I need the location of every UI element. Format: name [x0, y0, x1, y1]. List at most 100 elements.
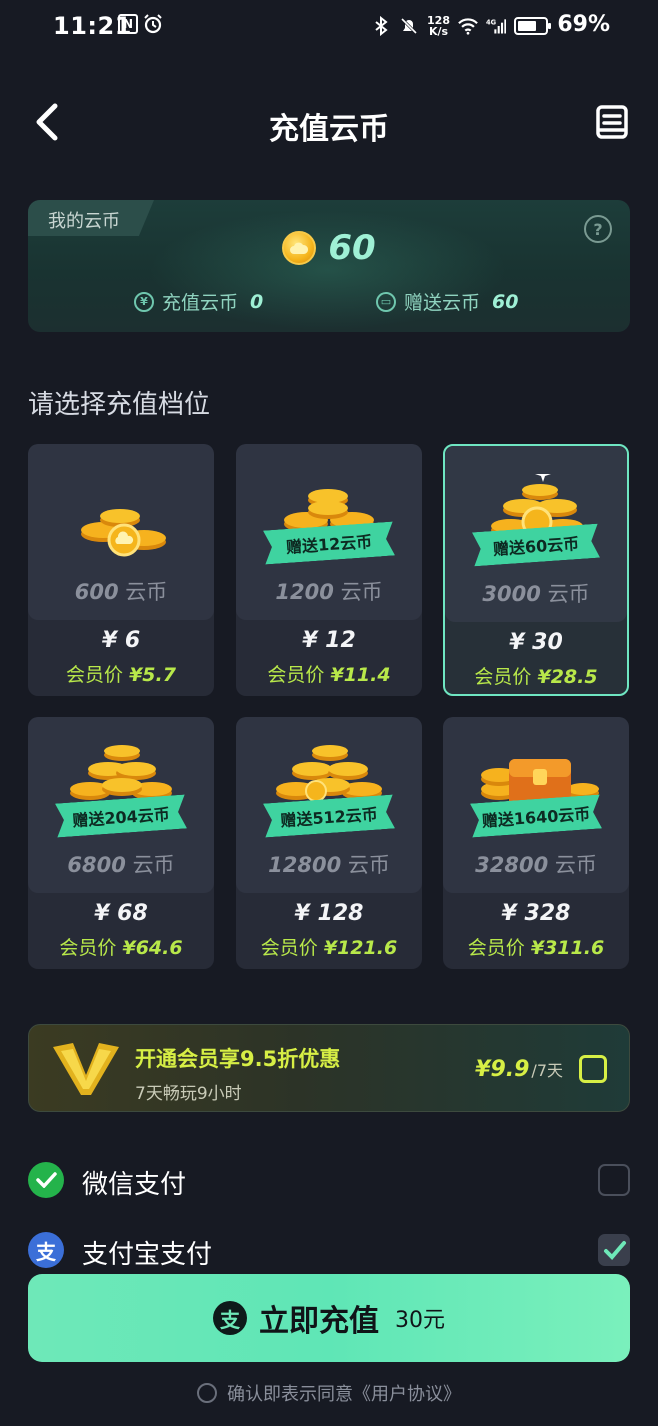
member-price-value: ¥64.6 — [122, 937, 183, 959]
package-amount-value: 1200 — [275, 580, 334, 604]
package-amount: 6800 云币 — [28, 849, 214, 879]
record-book-icon — [596, 105, 628, 139]
header: 充值云币 — [0, 92, 658, 154]
package-price: ¥ 68 — [94, 901, 148, 926]
gift-coin-row: ▭ 赠送云币 60 — [376, 288, 616, 315]
status-bar: 11:21 N 128 K/s 4G 69% — [0, 0, 658, 52]
package-amount-value: 12800 — [268, 853, 342, 877]
package-amount: 600 云币 — [28, 576, 214, 606]
coin-stack-icon — [81, 509, 166, 557]
payment-option-alipay[interactable]: 支 支付宝支付 — [28, 1230, 630, 1270]
vip-subtitle: 7天畅玩9小时 — [135, 1084, 242, 1104]
member-label: 会员价 — [267, 664, 325, 686]
package-price: ¥ 6 — [101, 628, 141, 653]
payment-checkbox[interactable] — [598, 1164, 630, 1196]
net-speed-unit: K/s — [428, 25, 449, 38]
vip-title: 开通会员享9.5折优惠 — [135, 1047, 341, 1071]
package-amount-unit: 云币 — [547, 582, 590, 606]
package-member-price: 会员价 ¥28.5 — [445, 662, 627, 689]
coin-icon — [282, 231, 317, 265]
member-label: 会员价 — [467, 937, 525, 959]
package-amount: 32800 云币 — [443, 849, 629, 879]
battery-text: 69% — [557, 12, 610, 37]
package-price: ¥ 30 — [509, 630, 563, 655]
nfc-icon: N — [118, 14, 138, 34]
agreement-checkbox[interactable] — [197, 1383, 217, 1403]
package-amount-value: 32800 — [475, 853, 549, 877]
gift-coin-value: 60 — [492, 290, 519, 313]
package-card[interactable]: 600 云币 ¥ 6 会员价 ¥5.7 — [28, 444, 214, 696]
status-left-icons: N — [118, 14, 163, 34]
balance-total-value: 60 — [328, 228, 376, 268]
alipay-icon: 支 — [28, 1232, 64, 1268]
battery-fill — [518, 21, 536, 31]
battery-icon — [514, 17, 551, 35]
recharge-coin-value: 0 — [250, 290, 264, 313]
balance-card: 我的云币 ? 60 ¥ 充值云币 0 ▭ 赠送云币 60 — [28, 200, 630, 332]
member-price-value: ¥28.5 — [537, 666, 598, 688]
member-price-value: ¥5.7 — [129, 664, 176, 686]
recharge-amount: 30元 — [395, 1308, 445, 1333]
package-member-price: 会员价 ¥5.7 — [28, 660, 214, 687]
member-label: 会员价 — [474, 666, 532, 688]
payment-label: 微信支付 — [82, 1170, 187, 1200]
package-card[interactable]: 赠送204云币 6800 云币 ¥ 68 会员价 ¥64.6 — [28, 717, 214, 969]
member-label: 会员价 — [66, 664, 124, 686]
payment-option-wechat[interactable]: 微信支付 — [28, 1160, 630, 1200]
network-type: 4G — [486, 18, 496, 26]
cloud-icon — [290, 242, 309, 254]
package-amount-unit: 云币 — [347, 853, 390, 877]
recharge-record-button[interactable] — [594, 104, 630, 140]
package-amount-unit: 云币 — [340, 580, 383, 604]
net-speed: 128 K/s — [427, 15, 450, 37]
recharge-label: 立即充值 — [259, 1304, 379, 1339]
package-member-price: 会员价 ¥121.6 — [236, 933, 422, 960]
section-title: 请选择充值档位 — [28, 390, 211, 420]
gift-coin-label: 赠送云币 — [404, 292, 481, 314]
package-amount-value: 3000 — [482, 582, 541, 606]
check-icon — [604, 1241, 626, 1260]
wechat-pay-icon — [28, 1162, 64, 1198]
recharge-now-button[interactable]: 支 立即充值 30元 — [28, 1274, 630, 1362]
package-card[interactable]: 赠送512云币 12800 云币 ¥ 128 会员价 ¥121.6 — [236, 717, 422, 969]
agreement-row: 确认即表示同意《用户协议》 — [0, 1380, 658, 1406]
member-price-value: ¥121.6 — [323, 937, 398, 959]
recharge-coin-row: ¥ 充值云币 0 — [134, 288, 374, 315]
package-card[interactable]: 赠送12云币 1200 云币 ¥ 12 会员价 ¥11.4 — [236, 444, 422, 696]
alipay-icon: 支 — [213, 1301, 247, 1335]
battery-percent: 69% — [557, 12, 610, 37]
package-price: ¥ 12 — [302, 628, 356, 653]
yen-icon: ¥ — [134, 291, 154, 312]
bluetooth-icon — [375, 16, 388, 36]
package-member-price: 会员价 ¥11.4 — [236, 660, 422, 687]
signal-icon: 4G — [486, 18, 506, 34]
package-amount-unit: 云币 — [132, 853, 175, 877]
package-member-price: 会员价 ¥311.6 — [443, 933, 629, 960]
package-card-selected[interactable]: 赠送60云币 3000 云币 ¥ 30 会员价 ¥28.5 — [443, 444, 629, 696]
mute-icon — [400, 17, 418, 35]
page-title: 充值云币 — [269, 112, 389, 147]
package-amount-unit: 云币 — [125, 580, 168, 604]
member-price-value: ¥311.6 — [530, 937, 605, 959]
vip-price-group: ¥9.9 /7天 — [475, 1057, 563, 1082]
wifi-icon — [458, 18, 478, 35]
package-amount: 12800 云币 — [236, 849, 422, 879]
gift-icon: ▭ — [376, 291, 396, 312]
agreement-text[interactable]: 确认即表示同意《用户协议》 — [227, 1380, 461, 1406]
package-card[interactable]: 赠送1640云币 32800 云币 ¥ 328 会员价 ¥311.6 — [443, 717, 629, 969]
vip-checkbox[interactable] — [579, 1055, 607, 1083]
member-label: 会员价 — [59, 937, 117, 959]
balance-total: 60 — [28, 228, 630, 268]
status-right-icons: 128 K/s 4G — [371, 12, 551, 40]
vip-v-logo-icon — [53, 1043, 119, 1095]
package-amount-unit: 云币 — [554, 853, 597, 877]
recharge-coin-label: 充值云币 — [162, 292, 239, 314]
alarm-icon — [144, 14, 162, 34]
payment-checkbox-checked[interactable] — [598, 1234, 630, 1266]
package-member-price: 会员价 ¥64.6 — [28, 933, 214, 960]
package-price: ¥ 328 — [501, 901, 571, 926]
package-price: ¥ 128 — [294, 901, 364, 926]
package-amount-value: 600 — [74, 580, 119, 604]
vip-banner[interactable]: 开通会员享9.5折优惠 7天畅玩9小时 ¥9.9 /7天 — [28, 1024, 630, 1112]
payment-label: 支付宝支付 — [82, 1240, 213, 1270]
